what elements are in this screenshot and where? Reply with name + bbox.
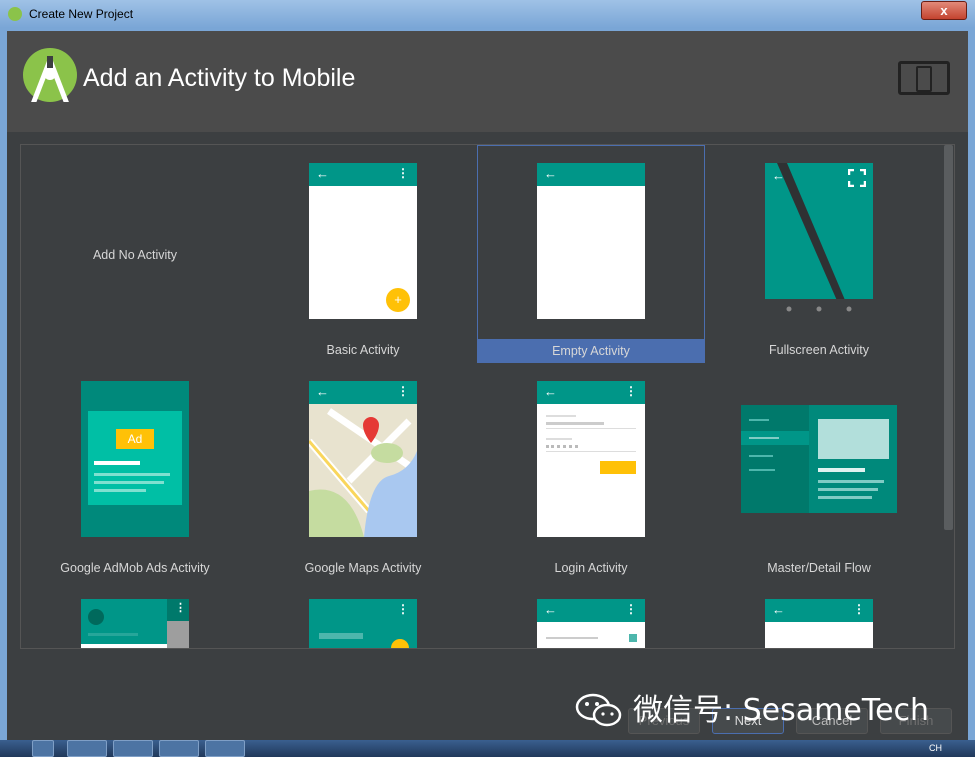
overflow-menu-icon: ⋮ (397, 384, 409, 398)
taskbar-app-icon[interactable] (32, 740, 54, 757)
taskbar-language-indicator[interactable]: CH (929, 743, 942, 753)
tile-label: Login Activity (554, 561, 628, 575)
tile-label: Add No Activity (92, 248, 178, 262)
tile-google-admob-ads-activity[interactable]: Ad Google AdMob Ads Activity (21, 363, 249, 581)
tile-fullscreen-activity[interactable]: ← Fullscreen Activity (705, 145, 933, 363)
back-arrow-icon: ← (316, 384, 329, 399)
android-studio-icon (8, 7, 22, 21)
wechat-icon (575, 693, 622, 727)
navigation-drawer-preview[interactable]: ⋮ (81, 599, 189, 648)
tile-label: Google Maps Activity (304, 561, 422, 575)
tile-label: Fullscreen Activity (768, 343, 870, 357)
fullscreen-activity-preview: ← (765, 163, 873, 319)
back-arrow-icon: ← (316, 166, 329, 181)
tile-label: Google AdMob Ads Activity (60, 561, 210, 575)
settings-activity-preview[interactable]: ← ⋮ (537, 599, 645, 648)
tile-label: Master/Detail Flow (767, 561, 871, 575)
ad-badge: Ad (116, 429, 154, 449)
admob-activity-preview: Ad (81, 381, 189, 537)
fab-plus-icon: + (386, 288, 410, 312)
taskbar-app-3[interactable] (205, 740, 245, 757)
back-arrow-icon: ← (544, 602, 557, 617)
device-form-factor-icon (898, 61, 950, 95)
overflow-menu-icon: ⋮ (397, 166, 409, 180)
back-arrow-icon: ← (544, 384, 557, 399)
tile-add-no-activity[interactable]: Add No Activity (21, 145, 249, 363)
basic-activity-preview: ← ⋮ + (309, 163, 417, 319)
fullscreen-icon (848, 169, 866, 187)
tile-label: Empty Activity (478, 339, 704, 363)
taskbar-android-studio[interactable] (67, 740, 107, 757)
overflow-menu-icon: ⋮ (397, 602, 409, 616)
taskbar-explorer[interactable] (113, 740, 153, 757)
master-detail-preview (741, 405, 897, 513)
tile-basic-activity[interactable]: ← ⋮ + Basic Activity (249, 145, 477, 363)
overflow-menu-icon: ⋮ (175, 602, 186, 614)
window-titlebar: Create New Project x (0, 0, 975, 28)
gallery-scrollbar[interactable] (944, 145, 953, 530)
scrolling-activity-preview[interactable]: ⋮ (309, 599, 417, 648)
tile-login-activity[interactable]: ← ⋮ Login Activity (477, 363, 705, 581)
back-arrow-icon: ← (772, 168, 785, 183)
tile-empty-activity[interactable]: ← Empty Activity (477, 145, 705, 363)
taskbar-app-2[interactable] (159, 740, 199, 757)
tile-google-maps-activity[interactable]: ← ⋮ Google Maps Activity (249, 363, 477, 581)
tile-master-detail-flow[interactable]: Master/Detail Flow (705, 363, 933, 581)
empty-activity-preview: ← (537, 163, 645, 319)
login-activity-preview: ← ⋮ (537, 381, 645, 537)
back-arrow-icon: ← (772, 602, 785, 617)
overflow-menu-icon: ⋮ (625, 384, 637, 398)
overflow-menu-icon: ⋮ (625, 602, 637, 616)
overflow-menu-icon: ⋮ (853, 602, 865, 616)
android-studio-logo-icon (23, 48, 77, 102)
back-arrow-icon: ← (544, 166, 557, 181)
watermark-text: 微信号: SesameTech (633, 693, 930, 728)
window-title: Create New Project (29, 7, 134, 21)
maps-activity-preview: ← ⋮ (309, 381, 417, 537)
tile-label: Basic Activity (326, 343, 400, 357)
tabbed-activity-preview[interactable]: ← ⋮ (765, 599, 873, 648)
page-title: Add an Activity to Mobile (83, 64, 356, 92)
window-close-button[interactable]: x (921, 1, 967, 20)
sign-in-button-preview (600, 461, 636, 474)
os-taskbar: CH (0, 740, 975, 757)
